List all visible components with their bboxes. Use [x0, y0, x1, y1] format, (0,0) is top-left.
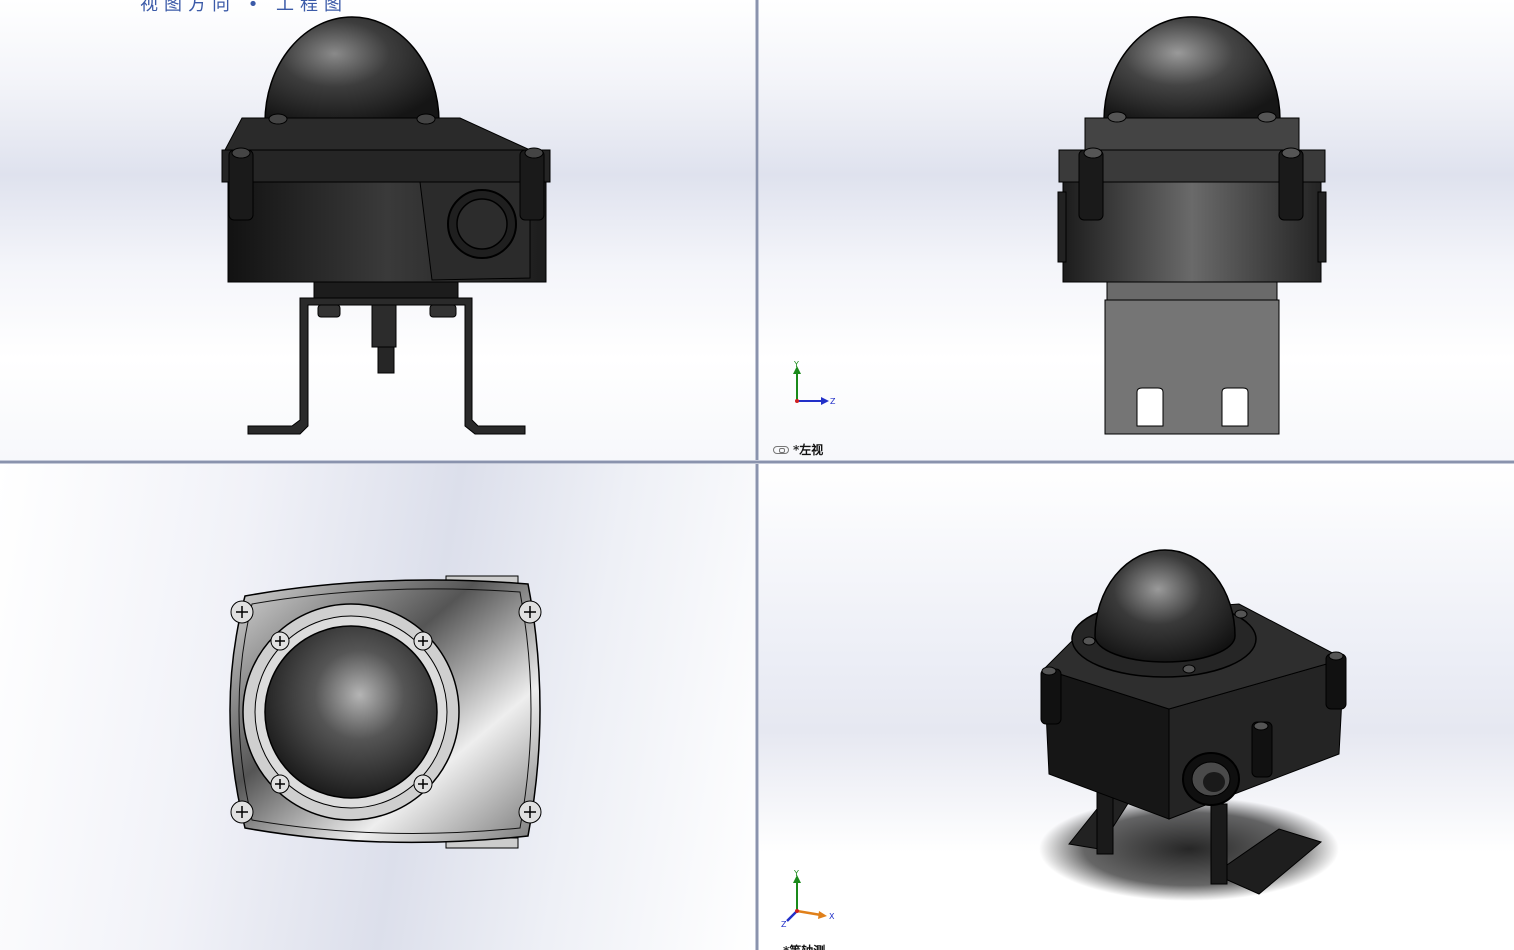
triad-x-label-iso: X [829, 912, 835, 921]
viewport-splitter-horizontal[interactable] [0, 460, 1514, 464]
triad-y-label: Y [793, 360, 799, 369]
view-name: *左视 [793, 443, 824, 457]
top-view-model [229, 575, 542, 849]
axis-triad: Y Z [793, 360, 836, 406]
isometric-view-model [1039, 549, 1347, 901]
view-name-iso: *等轴测 [783, 942, 825, 950]
viewport-splitter-vertical[interactable] [755, 0, 759, 950]
viewport-left[interactable]: Y Z *左视 [759, 0, 1514, 460]
view-orientation-label[interactable]: *左视 [773, 441, 823, 458]
viewport-isometric[interactable]: Y X Z *等轴测 [759, 464, 1514, 950]
link-view-icon [773, 445, 789, 454]
triad-z-label: Z [830, 397, 836, 406]
viewport-top[interactable] [0, 464, 755, 950]
left-view-model [1057, 16, 1327, 435]
triad-y-label-iso: Y [793, 869, 799, 878]
viewport-front[interactable]: 视图方向 • 工程图 [0, 0, 755, 460]
front-view-model [221, 16, 551, 435]
axis-triad-iso: Y X Z [781, 869, 835, 929]
view-orientation-label-iso[interactable]: *等轴测 [783, 942, 825, 950]
triad-z-label-iso: Z [781, 920, 787, 929]
